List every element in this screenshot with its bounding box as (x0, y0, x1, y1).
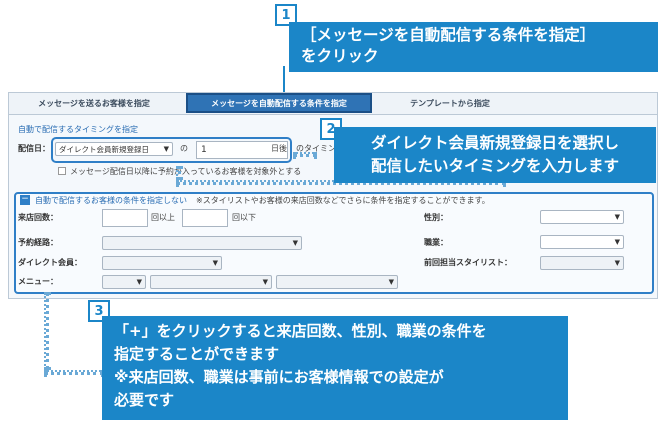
days-after-text: 日後 (271, 144, 287, 153)
visits-min-suffix: 回以上 (151, 213, 175, 222)
callout-3-line3: ※来店回数、職業は事前にお客様情報での設定が (114, 368, 444, 386)
callout-1-line2: をクリック (301, 47, 379, 65)
callout-3-line4: 必要です (114, 391, 175, 409)
callout-3-connector-h (44, 370, 104, 375)
callout-1-line1: ［メッセージを自動配信する条件を指定］ (301, 26, 596, 44)
callout-3-connector-v (44, 292, 49, 370)
date-type-select[interactable]: ダイレクト会員新規登録日 ▼ (55, 142, 173, 156)
chevron-down-icon: ▼ (136, 278, 142, 286)
callout-2-line1: ダイレクト会員新規登録日を選択し (370, 134, 619, 152)
collapse-icon[interactable]: − (20, 195, 30, 205)
conditions-note: ※スタイリストやお客様の来店回数などでさらに条件を指定することができます。 (196, 196, 490, 205)
stylist-select[interactable]: ▼ (540, 256, 624, 270)
direct-member-select[interactable]: ▼ (102, 256, 222, 270)
tab-auto-conditions[interactable]: メッセージを自動配信する条件を指定 (186, 93, 372, 113)
chevron-down-icon: ▼ (614, 213, 620, 221)
job-label: 職業： (424, 238, 448, 247)
conditions-toggle-label[interactable]: 自動で配信するお客様の条件を指定しない (35, 195, 187, 206)
route-label: 予約経路： (18, 238, 58, 247)
callout-2-line2: 配信したいタイミングを入力します (370, 157, 619, 175)
callout-2: ダイレクト会員新規登録日を選択し 配信したいタイミングを入力します (334, 127, 656, 183)
callout-1: ［メッセージを自動配信する条件を指定］ をクリック (289, 22, 658, 72)
gender-label: 性別： (424, 213, 448, 222)
timing-section-title: 自動で配信するタイミングを指定 (18, 125, 138, 134)
visits-min-input[interactable] (102, 209, 148, 227)
chevron-down-icon: ▼ (212, 259, 218, 267)
stylist-label: 前回担当スタイリスト： (424, 258, 512, 267)
chevron-down-icon: ▼ (262, 278, 268, 286)
direct-member-label: ダイレクト会員： (18, 258, 82, 267)
callout-3: 「+」をクリックすると来店回数、性別、職業の条件を 指定することができます ※来… (102, 316, 568, 420)
tab-template[interactable]: テンプレートから指定 (380, 93, 520, 113)
job-select[interactable]: ▼ (540, 235, 624, 249)
exclude-reserved-checkbox[interactable] (58, 167, 66, 175)
date-label: 配信日： (18, 144, 50, 153)
route-select[interactable]: ▼ (102, 236, 302, 250)
callout-1-connector (283, 66, 285, 92)
menu-select-3[interactable]: ▼ (276, 275, 398, 289)
menu-label: メニュー： (18, 277, 58, 286)
callout-2-connector-v (176, 166, 181, 180)
callout-3-line1: 「+」をクリックすると来店回数、性別、職業の条件を (114, 322, 487, 340)
chevron-down-icon: ▼ (388, 278, 394, 286)
menu-select-1[interactable]: ▼ (102, 275, 146, 289)
of-text: の (180, 144, 188, 153)
exclude-reserved-label: メッセージ配信日以降に予約が入っているお客様を対象外とする (70, 167, 302, 176)
visits-max-suffix: 回以下 (232, 213, 256, 222)
callout-2-connector (293, 152, 317, 157)
chevron-down-icon: ▼ (614, 259, 620, 267)
visits-label: 来店回数： (18, 213, 58, 222)
date-type-value: ダイレクト会員新規登録日 (59, 144, 149, 154)
chevron-down-icon: ▼ (163, 145, 169, 153)
tab-select-customers[interactable]: メッセージを送るお客様を指定 (14, 93, 174, 113)
chevron-down-icon: ▼ (292, 239, 298, 247)
chevron-down-icon: ▼ (614, 238, 620, 246)
visits-max-input[interactable] (182, 209, 228, 227)
gender-select[interactable]: ▼ (540, 210, 624, 224)
callout-3-line2: 指定することができます (114, 345, 280, 363)
menu-select-2[interactable]: ▼ (150, 275, 272, 289)
